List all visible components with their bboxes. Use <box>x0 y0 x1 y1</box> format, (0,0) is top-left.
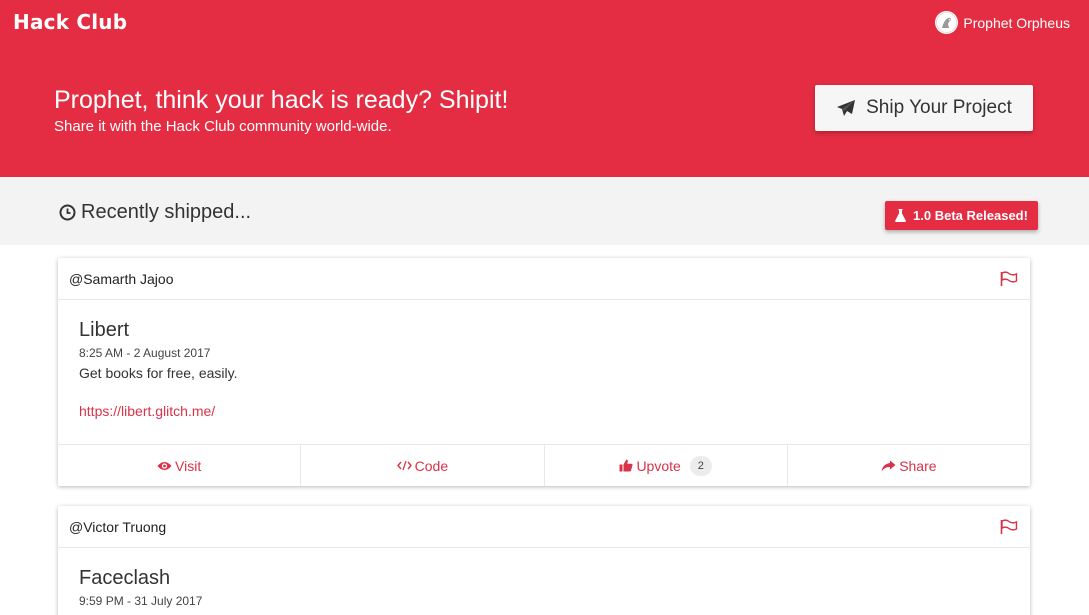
author-name[interactable]: @Samarth Jajoo <box>69 271 173 287</box>
flag-icon[interactable] <box>1000 271 1018 287</box>
upvote-button[interactable]: Upvote 2 <box>545 445 788 486</box>
thumbs-up-icon <box>619 459 633 472</box>
card-body: Libert 8:25 AM - 2 August 2017 Get books… <box>58 300 1030 421</box>
project-description: Get books for free, easily. <box>79 365 238 381</box>
header-banner: Hack Club Prophet Orpheus Prophet, think… <box>0 0 1089 177</box>
project-link[interactable]: https://libert.glitch.me/ <box>79 403 215 419</box>
project-title: Libert <box>79 319 130 341</box>
ship-project-label: Ship Your Project <box>866 97 1012 118</box>
user-name: Prophet Orpheus <box>963 14 1070 31</box>
upvote-label: Upvote <box>636 457 681 474</box>
code-label: Code <box>414 457 449 474</box>
visit-button[interactable]: Visit <box>58 445 302 486</box>
author-name[interactable]: @Victor Truong <box>69 519 166 535</box>
share-button[interactable]: Share <box>788 445 1030 486</box>
paper-plane-icon <box>837 100 856 116</box>
code-button[interactable]: Code <box>301 445 545 486</box>
recently-shipped-label: Recently shipped... <box>81 201 252 223</box>
clock-icon <box>59 204 76 221</box>
hero-title: Prophet, think your hack is ready? Shipi… <box>54 86 509 114</box>
visit-label: Visit <box>175 457 202 474</box>
recently-shipped-heading: Recently shipped... <box>59 201 251 224</box>
project-title: Faceclash <box>79 567 171 589</box>
code-icon <box>396 460 412 471</box>
card-header: @Victor Truong <box>58 506 1030 548</box>
share-label: Share <box>899 457 937 474</box>
project-card: @Victor Truong Faceclash 9:59 PM - 31 Ju… <box>58 506 1030 615</box>
card-body: Faceclash 9:59 PM - 31 July 2017 <box>58 548 1030 608</box>
flag-icon[interactable] <box>1000 519 1018 535</box>
share-icon <box>881 460 896 471</box>
dinosaur-avatar-icon <box>935 11 959 34</box>
flask-icon <box>895 209 907 222</box>
ship-project-button[interactable]: Ship Your Project <box>815 85 1033 131</box>
card-actions: Visit Code Upvote 2 Share <box>58 444 1030 486</box>
hero-subtitle: Share it with the Hack Club community wo… <box>54 118 392 135</box>
project-timestamp: 9:59 PM - 31 July 2017 <box>79 594 203 608</box>
beta-released-label: 1.0 Beta Released! <box>913 208 1028 223</box>
beta-released-button[interactable]: 1.0 Beta Released! <box>885 201 1038 230</box>
project-timestamp: 8:25 AM - 2 August 2017 <box>79 346 211 360</box>
card-header: @Samarth Jajoo <box>58 258 1030 300</box>
upvote-count-badge: 2 <box>689 455 712 476</box>
brand-logo[interactable]: Hack Club <box>13 10 127 34</box>
project-card: @Samarth Jajoo Libert 8:25 AM - 2 August… <box>58 258 1030 486</box>
eye-icon <box>157 461 172 470</box>
user-menu[interactable]: Prophet Orpheus <box>935 11 1070 34</box>
